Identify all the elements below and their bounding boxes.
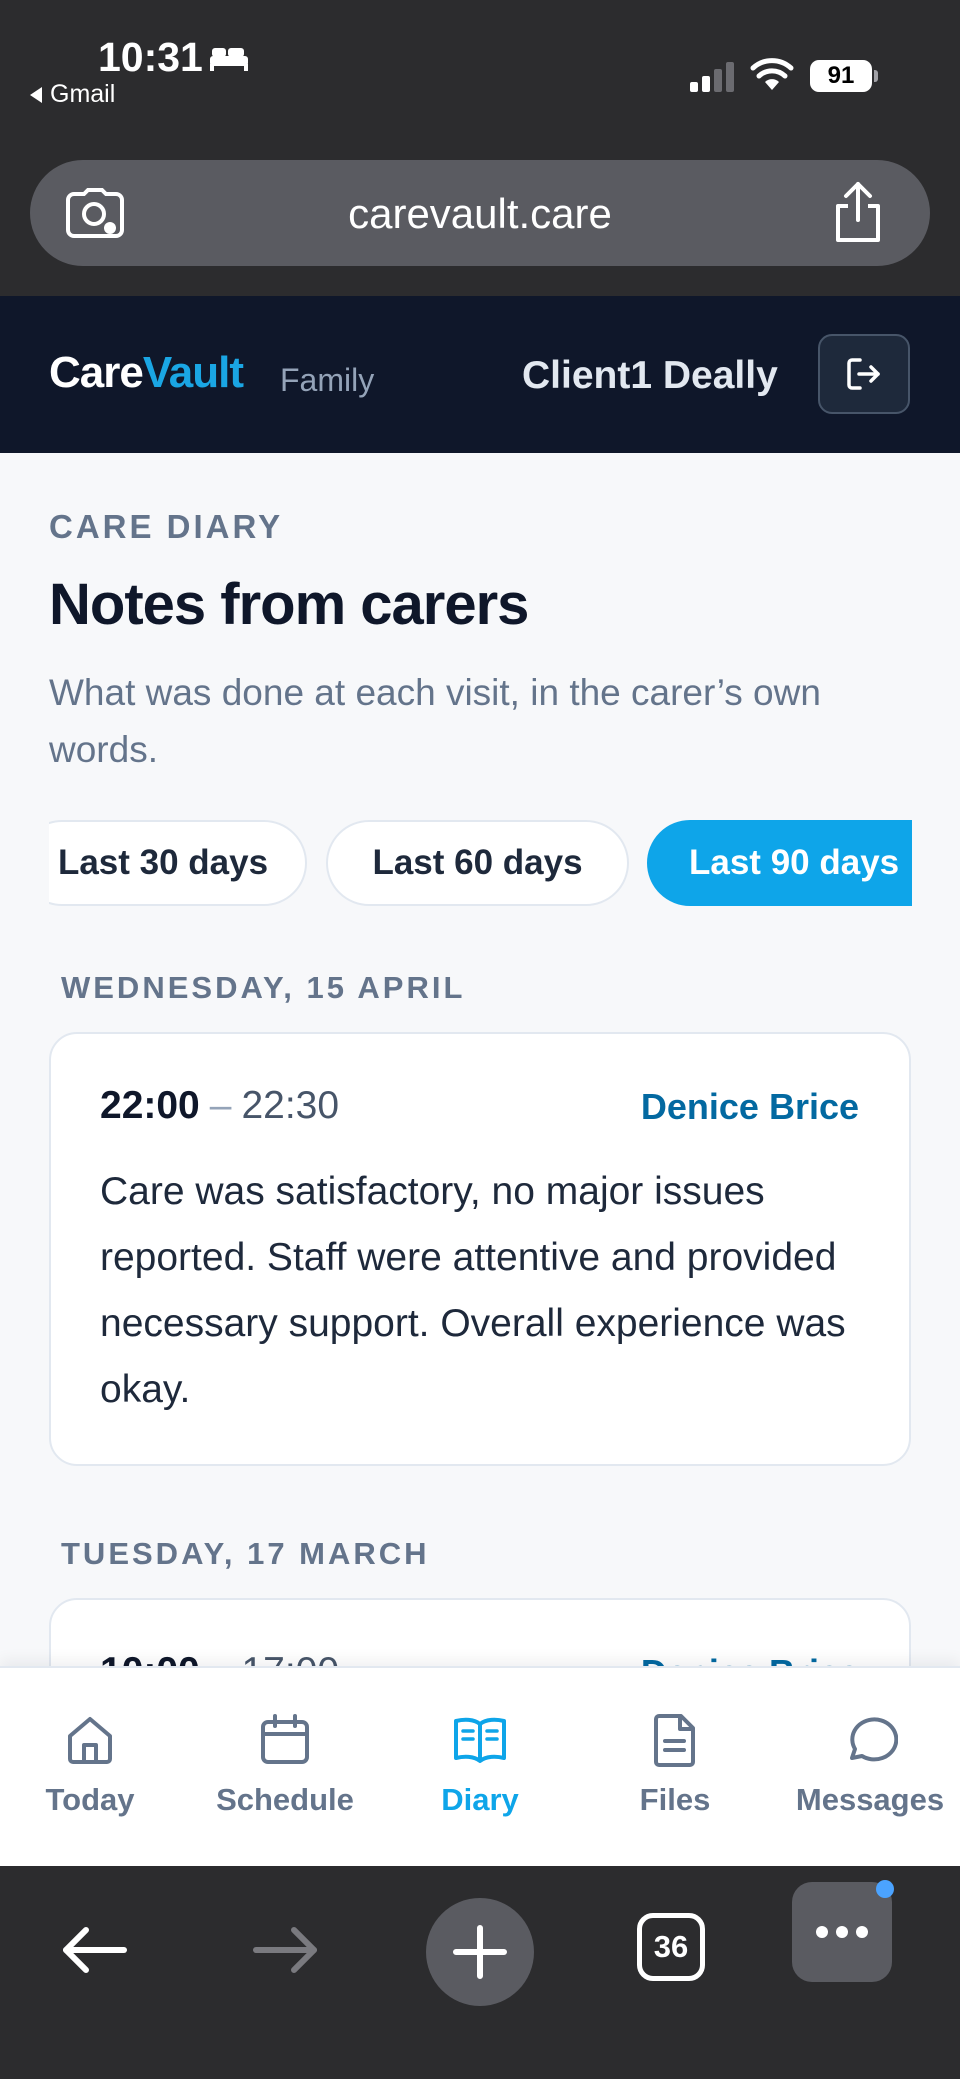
filter-last-60-days[interactable]: Last 60 days [326,820,629,906]
time-separator: – [209,1084,232,1127]
diary-entry-card[interactable]: 22:00–22:30 Denice Brice Care was satisf… [49,1032,911,1466]
calendar-icon [261,1714,309,1764]
back-app-label: Gmail [50,80,116,108]
plus-icon [453,1925,507,1979]
section-eyebrow: CARE DIARY [49,508,284,545]
brand-care: Care [49,348,144,397]
visit-time: 22:00–22:30 [100,1084,339,1128]
back-arrow-icon [30,86,42,103]
browser-bottom-toolbar: 36 [0,1866,960,2079]
sleep-focus-icon [210,48,248,71]
address-bar[interactable]: carevault.care [30,160,930,266]
visit-start: 22:00 [100,1084,200,1127]
logout-icon [847,358,880,390]
tab-label: Schedule [216,1782,354,1817]
forward-arrow-icon[interactable] [250,1922,322,1978]
tab-diary[interactable]: Diary [390,1668,570,1868]
cellular-signal-icon [690,62,734,92]
brand-subtitle: Family [280,362,375,398]
more-dot [816,1926,828,1938]
logout-button[interactable] [818,334,910,414]
tab-label: Diary [441,1782,519,1817]
more-dot [836,1926,848,1938]
bottom-tab-bar: Today Schedule Diary Files Messages [0,1666,960,1868]
tab-label: Today [45,1782,135,1817]
tabs-overview-button[interactable]: 36 [637,1913,705,1981]
tab-today[interactable]: Today [0,1668,180,1868]
more-dot [856,1926,868,1938]
brand-logo[interactable]: CareVault [49,348,244,398]
battery-level: 91 [810,60,872,92]
status-time: 10:31 [98,34,203,80]
back-arrow-icon[interactable] [58,1922,130,1978]
book-icon [454,1717,506,1763]
brand-vault: Vault [142,348,244,397]
share-icon[interactable] [830,180,886,244]
new-tab-button[interactable] [426,1898,534,2006]
url-text: carevault.care [348,190,612,237]
client-name: Client1 Deally [522,354,778,397]
more-menu-button[interactable] [792,1882,892,1982]
day-heading: TUESDAY, 17 MARCH [61,1536,430,1571]
battery-nub [874,70,878,82]
browser-top-chrome: 10:31 Gmail 91 carevault.care [0,0,960,296]
filter-last-30-days[interactable]: Last 30 days [49,820,307,906]
carer-note: Care was satisfactory, no major issues r… [100,1170,846,1411]
visit-end: 22:30 [241,1084,340,1127]
day-heading: WEDNESDAY, 15 APRIL [61,970,466,1005]
tab-schedule[interactable]: Schedule [195,1668,375,1868]
wifi-icon [750,58,794,90]
chat-icon [850,1717,898,1762]
notification-dot [876,1880,894,1898]
date-range-filter: Last 30 days Last 60 days Last 90 days [49,820,912,906]
tab-messages[interactable]: Messages [780,1668,960,1868]
tab-files[interactable]: Files [585,1668,765,1868]
app-header: CareVault Family Client1 Deally [0,296,960,453]
document-icon [654,1714,695,1767]
tab-label: Messages [795,1782,945,1817]
home-icon [68,1717,112,1764]
page-title: Notes from carers [49,572,529,637]
page-subtitle: What was done at each visit, in the care… [49,672,821,770]
tab-label: Files [639,1782,711,1817]
filter-last-90-days[interactable]: Last 90 days [647,820,912,906]
back-to-app-link[interactable]: Gmail [30,80,115,109]
carer-name[interactable]: Denice Brice [641,1086,859,1128]
